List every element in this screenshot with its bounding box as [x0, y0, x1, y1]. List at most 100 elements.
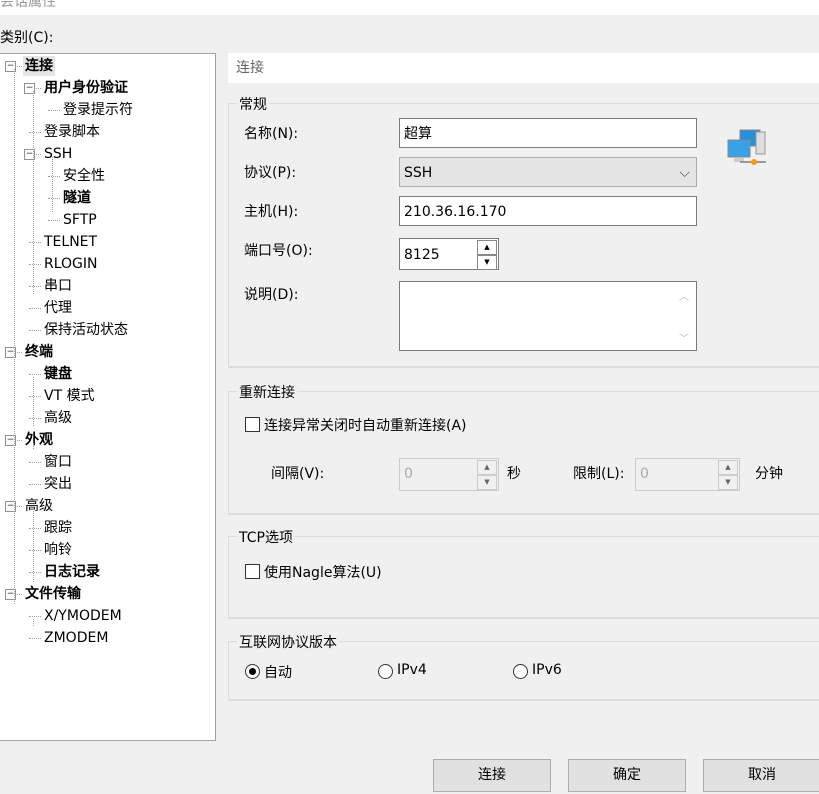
auto-reconnect-checkbox[interactable]: [245, 417, 260, 432]
tree-connector: [29, 286, 41, 287]
tree-item[interactable]: 用户身份验证: [44, 78, 128, 98]
port-value: 8125: [404, 247, 440, 263]
tree-item[interactable]: 安全性: [63, 166, 105, 186]
tree-item[interactable]: 日志记录: [44, 562, 100, 582]
tree-guide-line: [33, 509, 34, 582]
interval-stepper[interactable]: 0 ▲ ▼: [399, 458, 499, 491]
tree-guide-line: [33, 377, 34, 426]
reconnect-group: 重新连接: [228, 382, 819, 515]
tree-item[interactable]: 跟踪: [44, 518, 72, 538]
tree-connector: [29, 462, 41, 463]
radio-ipv4-label: IPv4: [397, 662, 427, 678]
tree-item[interactable]: 登录提示符: [63, 100, 133, 120]
tree-connector: [29, 528, 41, 529]
tree-guide-line: [33, 619, 34, 626]
tree-connector: [29, 374, 41, 375]
tree-connector: [29, 396, 41, 397]
limit-unit: 分钟: [755, 466, 783, 482]
category-label: 类别(C):: [0, 30, 54, 46]
scroll-down-icon[interactable]: ﹀: [679, 330, 689, 345]
host-input[interactable]: 210.36.16.170: [399, 196, 697, 226]
nagle-label: 使用Nagle算法(U): [264, 565, 382, 581]
tree-connector: [29, 308, 41, 309]
tree-item[interactable]: 串口: [44, 276, 72, 296]
tree-item[interactable]: 保持活动状态: [44, 320, 128, 340]
radio-ipv6-label: IPv6: [532, 662, 562, 678]
tree-item[interactable]: 高级: [44, 408, 72, 428]
interval-value: 0: [404, 466, 413, 482]
tree-item[interactable]: 连接: [23, 56, 55, 76]
tree-guide-line: [14, 69, 15, 604]
nagle-checkbox[interactable]: [245, 564, 260, 579]
protocol-select[interactable]: SSH ⌵: [399, 157, 697, 187]
tree-item[interactable]: RLOGIN: [44, 254, 98, 274]
description-textarea[interactable]: [399, 281, 697, 351]
tree-guide-line: [52, 157, 53, 212]
interval-up-button[interactable]: ▲: [477, 460, 497, 475]
tree-item[interactable]: 外观: [25, 430, 53, 450]
tree-item[interactable]: 文件传输: [25, 584, 81, 604]
radio-ipv4[interactable]: [378, 664, 393, 679]
tree-connector: [29, 616, 41, 617]
tree-item[interactable]: 窗口: [44, 452, 72, 472]
tree-item[interactable]: SSH: [44, 144, 72, 164]
general-title: 常规: [237, 94, 269, 114]
limit-up-button[interactable]: ▲: [718, 460, 738, 475]
tree-item[interactable]: TELNET: [44, 232, 97, 252]
host-label: 主机(H):: [244, 204, 299, 220]
tree-item[interactable]: 隧道: [63, 188, 91, 208]
interval-label: 间隔(V):: [271, 466, 325, 482]
tree-guide-line: [33, 443, 34, 449]
window-title: 会话属性: [0, 0, 56, 10]
tcp-title: TCP选项: [237, 527, 295, 547]
limit-value: 0: [640, 466, 649, 482]
radio-ipv6[interactable]: [513, 664, 528, 679]
tree-item[interactable]: X/YMODEM: [44, 606, 122, 626]
tree-connector: [29, 550, 41, 551]
tree-connector: [29, 242, 41, 243]
tree-item[interactable]: 键盘: [44, 364, 72, 384]
scroll-up-icon[interactable]: ︿: [679, 288, 689, 303]
title-bar: 会话属性: [0, 0, 819, 15]
name-input[interactable]: 超算: [399, 118, 697, 148]
cancel-button[interactable]: 取消: [703, 759, 819, 792]
connect-button[interactable]: 连接: [433, 759, 551, 792]
category-tree[interactable]: 连接 − 用户身份验证 − 登录提示符 登录脚本 SSH − 安全性 隧道 SFTP TELNET RL…: [0, 53, 216, 741]
tree-connector: [29, 638, 41, 639]
protocol-value: SSH: [404, 165, 433, 181]
tree-item[interactable]: 响铃: [44, 540, 72, 560]
tree-item[interactable]: VT 模式: [44, 386, 95, 406]
tree-item[interactable]: 高级: [25, 496, 53, 516]
tree-connector: [29, 330, 41, 331]
tree-connector: [48, 110, 60, 111]
tree-item[interactable]: 登录脚本: [44, 122, 100, 142]
limit-down-button[interactable]: ▼: [718, 475, 738, 490]
port-down-button[interactable]: ▼: [477, 255, 497, 270]
radio-auto[interactable]: [245, 664, 260, 679]
panel-header: 连接: [228, 53, 819, 83]
ok-button[interactable]: 确定: [568, 759, 686, 792]
tree-item[interactable]: 突出: [44, 474, 72, 494]
reconnect-title: 重新连接: [237, 382, 297, 402]
interval-unit: 秒: [507, 466, 521, 482]
limit-label: 限制(L):: [573, 466, 625, 482]
port-label: 端口号(O):: [244, 243, 313, 259]
tree-connector: [29, 264, 41, 265]
tree-item[interactable]: SFTP: [63, 210, 97, 230]
tree-connector: [29, 418, 41, 419]
port-up-button[interactable]: ▲: [477, 240, 497, 255]
protocol-label: 协议(P):: [244, 165, 297, 181]
tree-item[interactable]: 代理: [44, 298, 72, 318]
auto-reconnect-label: 连接异常关闭时自动重新连接(A): [264, 418, 467, 434]
tree-guide-line: [33, 91, 34, 294]
tree-item[interactable]: 终端: [25, 342, 53, 362]
limit-stepper[interactable]: 0 ▲ ▼: [635, 458, 740, 491]
network-computers-icon: [726, 128, 768, 168]
chevron-down-icon: ⌵: [679, 165, 690, 181]
tree-item[interactable]: ZMODEM: [44, 628, 108, 648]
interval-down-button[interactable]: ▼: [477, 475, 497, 490]
ip-version-title: 互联网协议版本: [237, 632, 339, 652]
tree-connector: [48, 220, 60, 221]
port-stepper[interactable]: 8125 ▲ ▼: [399, 238, 499, 270]
radio-auto-label: 自动: [264, 665, 292, 681]
